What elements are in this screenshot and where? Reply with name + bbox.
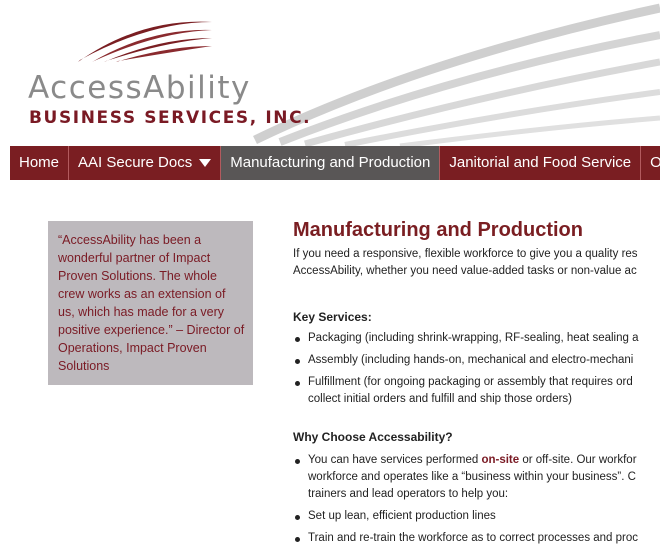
key-services-heading: Key Services: [293,310,372,324]
list-item-line: You can have services performed on-site … [308,452,660,469]
nav-item-label: Manufacturing and Production [230,154,431,171]
list-item-line: Packaging (including shrink-wrapping, RF… [308,332,639,344]
list-item-line: collect initial orders and fulfill and s… [308,393,572,405]
testimonial-quote: “AccessAbility has been a wonderful part… [48,221,253,385]
nav-item-label: AAI Secure Docs [78,154,193,171]
why-choose-list: You can have services performed on-site … [293,452,660,547]
intro-line: If you need a responsive, flexible workf… [293,248,638,260]
nav-item-janitorial[interactable]: Janitorial and Food Service [440,146,642,180]
nav-item-aai-secure-docs[interactable]: AAI Secure Docs [69,146,222,180]
list-item-line: Set up lean, efficient production lines [308,510,496,522]
quote-text: “AccessAbility has been a wonderful part… [58,233,245,373]
list-item-line: trainers and lead operators to help you: [308,488,509,500]
why-choose-heading: Why Choose Accessability? [293,430,453,444]
caret-down-icon [199,159,212,167]
list-item: Set up lean, efficient production lines [293,508,660,525]
list-item-line: Assembly (including hands-on, mechanical… [308,354,634,366]
list-item: You can have services performed on-site … [293,452,660,503]
site-header: AccessAbility BUSINESS SERVICES, INC. [0,0,660,146]
list-item: Train and re-train the workforce as to c… [293,530,660,547]
key-services-list: Packaging (including shrink-wrapping, RF… [293,330,660,408]
list-item: Assembly (including hands-on, mechanical… [293,352,660,369]
list-item: Packaging (including shrink-wrapping, RF… [293,330,660,347]
text-segment: or off-site. Our workfor [519,454,637,466]
nav-item-home[interactable]: Home [10,146,70,180]
main-nav: Home AAI Secure Docs Manufacturing and P… [10,146,660,180]
logo-subtitle[interactable]: BUSINESS SERVICES, INC. [29,108,311,128]
intro-line: AccessAbility, whether you need value-ad… [293,265,637,277]
nav-item-manufacturing[interactable]: Manufacturing and Production [221,146,441,180]
list-item-line: Fulfillment (for ongoing packaging or as… [308,376,633,388]
nav-item-label: Janitorial and Food Service [449,154,632,171]
list-item: Fulfillment (for ongoing packaging or as… [293,374,660,408]
page-title: Manufacturing and Production [293,219,583,241]
logo-wordmark[interactable]: AccessAbility [28,70,251,106]
list-item-line: workforce and operates like a “business … [308,471,636,483]
nav-item-more[interactable]: On [641,146,660,180]
on-site-link[interactable]: on-site [481,454,519,466]
list-item-line: Train and re-train the workforce as to c… [308,532,639,544]
main-content: Manufacturing and Production If you need… [293,216,660,547]
nav-item-label: Home [19,154,60,171]
nav-item-label: On [650,154,660,171]
intro-paragraph: If you need a responsive, flexible workf… [293,246,660,280]
text-segment: You can have services performed [308,454,482,466]
